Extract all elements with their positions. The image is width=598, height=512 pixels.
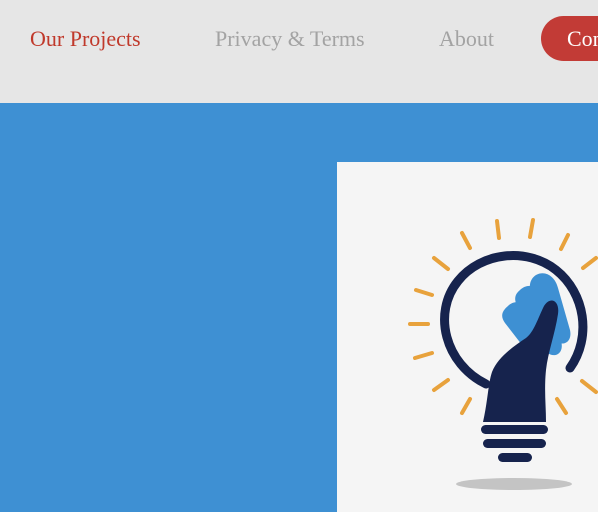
lightbulb-hand-icon: [408, 218, 598, 490]
nav-privacy-terms-link[interactable]: Privacy & Terms: [215, 26, 365, 52]
nav-our-projects-link[interactable]: Our Projects: [30, 26, 141, 52]
bulb-base: [481, 425, 548, 462]
hero-image-card: [337, 162, 598, 512]
bulb-shadow: [456, 478, 572, 490]
contact-button[interactable]: Contact: [541, 16, 598, 61]
top-navigation: Our Projects Privacy & Terms About Conta…: [0, 0, 598, 103]
nav-about-link[interactable]: About: [439, 26, 494, 52]
